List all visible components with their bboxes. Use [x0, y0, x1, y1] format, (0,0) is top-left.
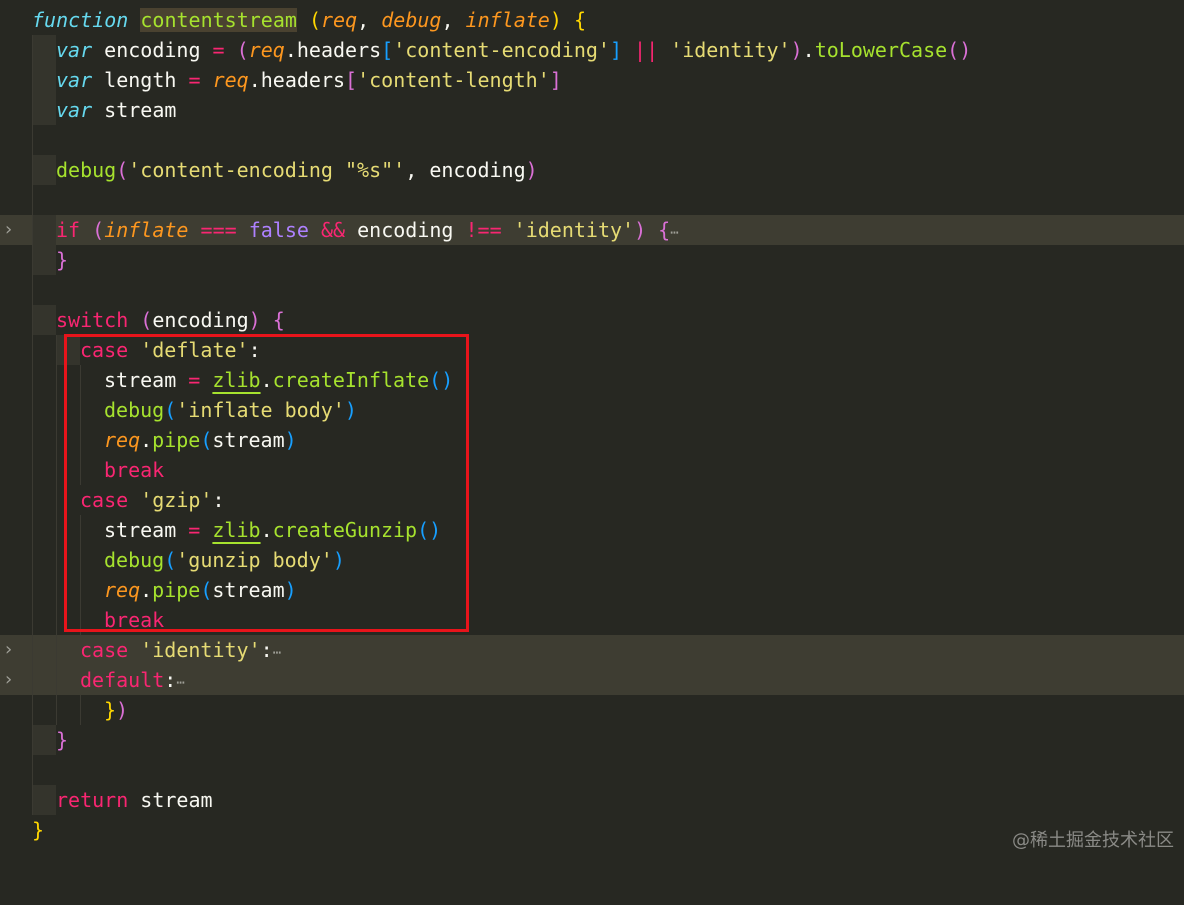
code-line-3: var length = req.headers['content-length… — [0, 65, 1184, 95]
code-line-26 — [0, 755, 1184, 785]
code-line-24: }) — [0, 695, 1184, 725]
code-line-22: › case 'identity':⋯ — [0, 635, 1184, 665]
code-line-27: return stream — [0, 785, 1184, 815]
code-line-5 — [0, 125, 1184, 155]
code-line-28: } — [32, 818, 45, 842]
watermark: @稀土掘金技术社区 — [1012, 830, 1174, 851]
code-line-11: switch (encoding) { — [0, 305, 1184, 335]
code-editor[interactable]: function contentstream (req, debug, infl… — [0, 0, 1184, 860]
code-line-8: › if (inflate === false && encoding !== … — [0, 215, 1184, 245]
code-line-7 — [0, 185, 1184, 215]
code-line-2: var encoding = (req.headers['content-enc… — [0, 35, 1184, 65]
code-line-4: var stream — [0, 95, 1184, 125]
code-line-23: › default:⋯ — [0, 665, 1184, 695]
code-line-1: function contentstream (req, debug, infl… — [32, 8, 586, 32]
fold-chevron-icon[interactable]: › — [5, 215, 12, 245]
folded-ellipsis-icon[interactable]: ⋯ — [670, 225, 678, 241]
code-line-9: } — [0, 245, 1184, 275]
folded-ellipsis-icon[interactable]: ⋯ — [176, 675, 184, 691]
function-name: contentstream — [140, 8, 297, 32]
code-line-6: debug('content-encoding "%s"', encoding) — [0, 155, 1184, 185]
code-line-25: } — [0, 725, 1184, 755]
fold-chevron-icon[interactable]: › — [5, 635, 12, 665]
fold-chevron-icon[interactable]: › — [5, 665, 12, 695]
code-line-10 — [0, 275, 1184, 305]
red-highlight-box — [64, 334, 469, 632]
folded-ellipsis-icon[interactable]: ⋯ — [273, 645, 281, 661]
